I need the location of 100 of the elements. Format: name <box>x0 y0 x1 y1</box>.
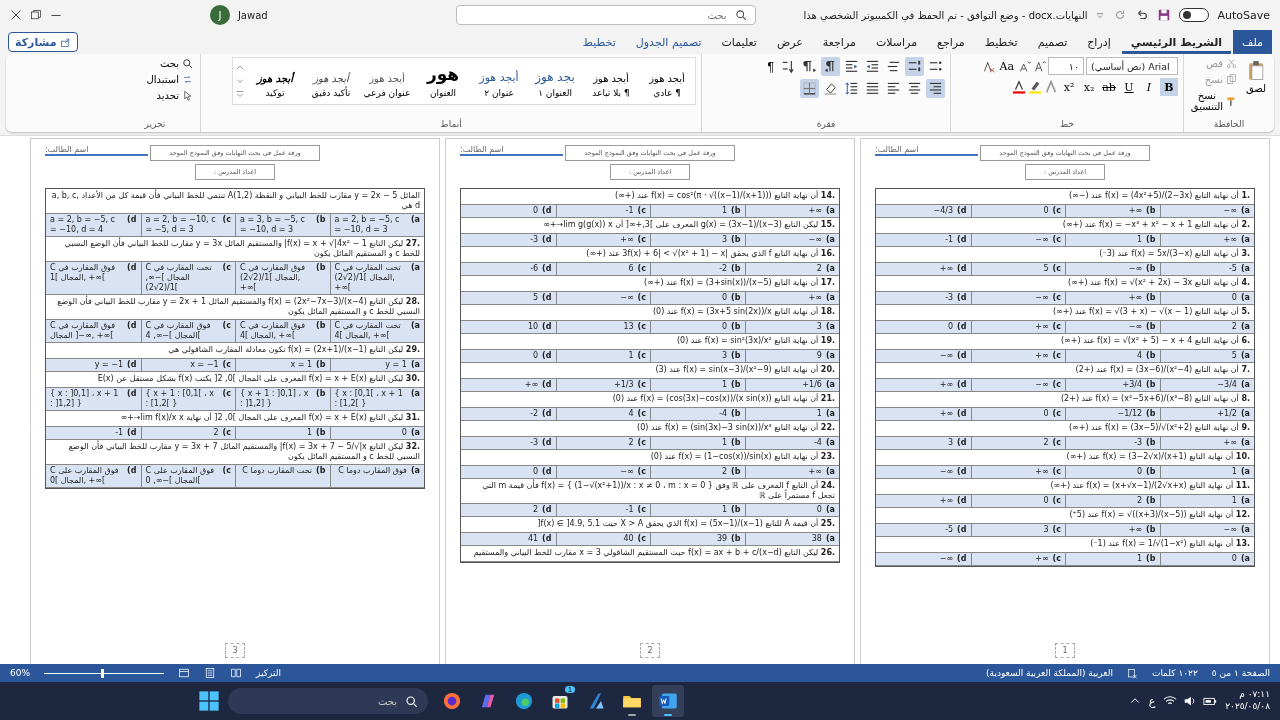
option-value: +∞ <box>1035 554 1049 564</box>
proofing-icon[interactable] <box>1126 667 1138 679</box>
option-value: 0 <box>722 322 728 332</box>
option-value: 0 <box>722 293 728 303</box>
zoom-slider[interactable] <box>44 668 164 678</box>
highlight-icon[interactable] <box>1028 80 1042 94</box>
ribbon-tab[interactable]: تصميم <box>1028 30 1077 54</box>
web-layout-icon[interactable] <box>178 667 190 679</box>
scroll-up-icon[interactable] <box>235 63 245 73</box>
rtl-button[interactable] <box>821 57 840 76</box>
taskbar-search-field[interactable]: بحث <box>255 694 399 708</box>
option-letter: (c <box>222 466 231 476</box>
font-style-button[interactable]: B <box>1160 78 1178 96</box>
taskbar-search-bar[interactable]: بحث <box>228 688 428 714</box>
option-letter: (c <box>1052 264 1061 274</box>
style-item[interactable]: أبجد هوز تأكيد دقيق <box>303 58 359 104</box>
restore-icon[interactable] <box>30 9 42 21</box>
ribbon-tab[interactable]: مراجعة <box>813 30 865 54</box>
style-item[interactable]: أبجد هوز عنوان فرعي <box>359 58 415 104</box>
style-item[interactable]: أبجد هوز ¶ بلا تباعد <box>583 58 639 104</box>
ribbon-tab[interactable]: عرض <box>767 30 812 54</box>
option-value: +∞ <box>808 293 822 303</box>
zoom-level[interactable]: 60% <box>10 668 30 678</box>
option-letter: (a <box>1240 438 1250 448</box>
start-icon[interactable] <box>198 690 220 712</box>
save-icon[interactable] <box>1157 8 1172 22</box>
font-style-button[interactable]: I <box>1140 78 1158 96</box>
clear-formatting-icon[interactable] <box>982 59 996 73</box>
ribbon-tab[interactable]: تعليمات <box>712 30 766 54</box>
show-marks-button[interactable]: ¶ <box>764 59 777 74</box>
font-style-button[interactable]: x₂ <box>1080 78 1098 96</box>
word-count[interactable]: ١٠٢٢ كلمات <box>1151 668 1198 678</box>
option-letter: (d <box>957 438 967 448</box>
borders-button[interactable] <box>800 79 819 98</box>
user-avatar[interactable]: J <box>209 5 230 25</box>
option-letter: (a <box>825 380 835 390</box>
option-letter: (c <box>637 206 646 216</box>
search-field[interactable]: بحث <box>464 8 729 22</box>
option-value: C تحت المقارب دوما <box>242 466 313 476</box>
select-button[interactable]: تحديد <box>144 89 195 102</box>
zoom-thumb[interactable] <box>101 668 104 678</box>
style-item[interactable]: هور العنوان <box>415 58 471 104</box>
shrink-font-icon[interactable] <box>1018 59 1031 73</box>
style-item[interactable]: أبجد هوز ¶ عادي <box>639 58 695 104</box>
style-item[interactable]: بجد هوز العنوان ١ <box>527 58 583 104</box>
taskbar-app[interactable] <box>652 685 684 717</box>
paste-button[interactable]: لصق <box>1243 57 1269 119</box>
option-letter: (d <box>127 360 137 370</box>
ribbon-tab[interactable]: مراجع <box>928 30 974 54</box>
ribbon-tab[interactable]: إدراج <box>1078 30 1120 54</box>
clock-date[interactable]: ٢٠٢٥/٠٥/٠٨ <box>1225 701 1270 713</box>
ribbon-tab[interactable]: تصميم الجدول <box>626 30 711 54</box>
read-mode-icon[interactable] <box>230 667 242 679</box>
share-button[interactable]: مشاركة <box>8 32 78 52</box>
option-value: C فوق المقارب في المجال ]1, +∞[ <box>50 263 117 283</box>
find-button[interactable]: بحث <box>144 57 195 70</box>
style-item[interactable]: أبجد هوز توكيد <box>247 58 303 104</box>
font-style-button[interactable]: U <box>1120 78 1138 96</box>
autosave-toggle[interactable] <box>1179 8 1210 22</box>
ribbon-tab[interactable]: الشريط الرئيسي <box>1121 30 1232 54</box>
font-size-field[interactable]: ١٠ <box>1048 57 1084 75</box>
font-style-button[interactable]: x² <box>1060 78 1078 96</box>
language-status[interactable]: العربية (المملكة العربية السعودية) <box>986 668 1113 678</box>
option-value: 2 <box>722 467 728 477</box>
option-letter: (d <box>542 322 552 332</box>
ribbon-tab[interactable]: مراسلات <box>866 30 927 54</box>
option-value: 5 <box>1231 351 1237 361</box>
more-icon[interactable] <box>235 89 245 99</box>
page-number: 1 <box>1055 643 1075 658</box>
grow-font-icon[interactable] <box>1033 59 1046 73</box>
option-letter: (b <box>1146 264 1156 274</box>
ribbon-tab[interactable]: تخطيط <box>573 30 625 54</box>
replace-button[interactable]: استبدال <box>144 73 195 86</box>
ribbon-tab[interactable]: تخطيط <box>975 30 1027 54</box>
page-count[interactable]: الصفحة ١ من ٥ <box>1211 668 1270 678</box>
print-layout-icon[interactable] <box>204 667 216 679</box>
option-letter: (a <box>825 293 835 303</box>
close-icon[interactable] <box>10 9 22 21</box>
option-value: 1 <box>628 351 634 361</box>
option-value: +∞ <box>1128 525 1143 535</box>
undo-icon[interactable] <box>1135 8 1150 22</box>
search-bar[interactable]: بحث <box>455 5 756 25</box>
indent-icon <box>844 59 859 74</box>
option-value: +∞ <box>1035 322 1049 332</box>
align-right-button[interactable] <box>926 79 945 98</box>
font-style-button[interactable]: ab <box>1100 78 1118 96</box>
ribbon-tab[interactable]: ملف <box>1233 30 1272 54</box>
focus-button[interactable]: التركيز <box>256 668 281 678</box>
option-value: 3 <box>1043 525 1049 535</box>
option-value: +∞ <box>939 409 954 419</box>
numbering-button[interactable] <box>905 57 924 76</box>
change-case-button[interactable]: Aa <box>997 57 1016 75</box>
font-color-icon[interactable] <box>1012 80 1026 94</box>
option-value: 5 <box>1043 264 1049 274</box>
format-painter-button[interactable]: نسخ التنسيق <box>1188 89 1239 113</box>
keyboard-language[interactable]: ع <box>1148 694 1156 708</box>
font-name-field[interactable]: (نص أساسي) Arial <box>1086 57 1178 75</box>
clock-time[interactable]: ٠٧:١١ م <box>1239 689 1270 701</box>
option-letter: (b <box>731 467 741 477</box>
style-item[interactable]: أبجد هوز عنوان ٢ <box>471 58 527 104</box>
